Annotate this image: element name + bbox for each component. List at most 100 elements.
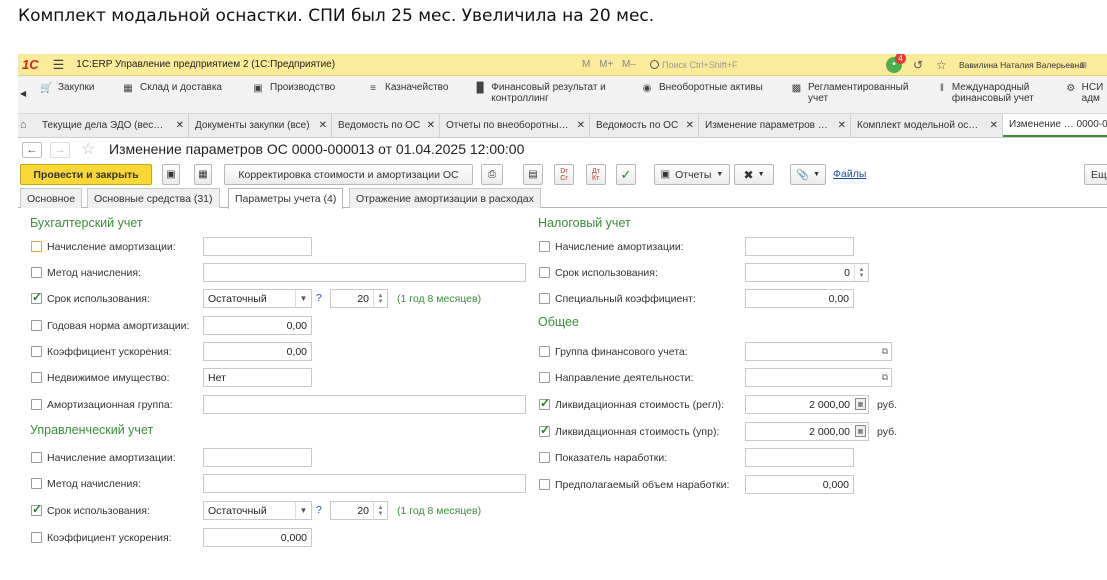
accounting-months-stepper[interactable]: 20 ▲ ▼ [330, 289, 388, 308]
tab-accounting-params[interactable]: Параметры учета (4) [228, 188, 344, 209]
save-icon[interactable]: ▣ [162, 164, 180, 185]
section-financial-result[interactable]: ▉ Финансовый результат и контроллинг [476, 82, 626, 104]
expected-usage-checkbox[interactable] [539, 479, 550, 490]
special-coeff-checkbox[interactable] [539, 293, 550, 304]
management-months-stepper[interactable]: 20 ▲ ▼ [330, 501, 388, 520]
accounting-useful-life-checkbox[interactable] [31, 290, 42, 304]
close-icon[interactable]: ✕ [838, 120, 846, 131]
doc-print-icon[interactable]: ▦ [194, 164, 212, 185]
open-tab-active[interactable]: Изменение … 0000-0 [1003, 114, 1107, 137]
1c-logo[interactable]: 1С [22, 57, 39, 72]
accounting-annual-rate-field[interactable]: 0,00 [203, 316, 312, 335]
close-icon[interactable]: ✕ [686, 120, 694, 131]
stepper-arrows-icon[interactable]: ▲ ▼ [373, 502, 387, 519]
accounting-depreciation-checkbox[interactable] [31, 241, 42, 252]
section-treasury[interactable]: ≡ Казначейство [367, 82, 448, 95]
more-button[interactable]: Ещ [1084, 164, 1107, 185]
open-tab[interactable]: Изменение параметров … ✕ [699, 114, 851, 137]
liq-regl-field[interactable]: 2 000,00 ▦ [745, 395, 869, 414]
settings-menu-icon[interactable]: ≡ [1080, 58, 1087, 72]
close-icon[interactable]: ✕ [427, 120, 435, 131]
printer-icon[interactable]: ⎙ [481, 164, 503, 185]
liq-upr-field[interactable]: 2 000,00 ▦ [745, 422, 869, 441]
reports-button[interactable]: ▣ Отчеты ▼ [654, 164, 730, 185]
accounting-method-checkbox[interactable] [31, 267, 42, 278]
section-purchases[interactable]: 🛒 Закупки [40, 82, 94, 95]
check-icon[interactable]: ✓ [616, 164, 636, 185]
management-depreciation-checkbox[interactable] [31, 452, 42, 463]
user-name[interactable]: Вавилина Наталия Валерьевна [959, 60, 1084, 70]
forward-button[interactable]: → [50, 142, 70, 158]
close-icon[interactable]: ✕ [176, 120, 184, 131]
expected-usage-field[interactable]: 0,000 [745, 475, 854, 494]
close-icon[interactable]: ✕ [990, 120, 998, 131]
tab-fixed-assets[interactable]: Основные средства (31) [87, 188, 220, 208]
chevron-down-icon[interactable]: ▼ [295, 502, 311, 519]
management-depreciation-field[interactable] [203, 448, 312, 467]
history-icon[interactable]: ↺ [913, 58, 923, 72]
usage-indicator-checkbox[interactable] [539, 452, 550, 463]
tab-main[interactable]: Основное [20, 188, 83, 208]
notifications-button[interactable]: • 4 [886, 54, 906, 75]
tools-button[interactable]: ✖ ▼ [734, 164, 774, 185]
open-tab[interactable]: Комплект модельной ос… ✕ [851, 114, 1003, 137]
open-tab[interactable]: Ведомость по ОС ✕ [590, 114, 699, 137]
liq-regl-checkbox[interactable] [539, 396, 550, 410]
activity-field[interactable]: ⧉ [745, 368, 892, 387]
open-tab[interactable]: Отчеты по внеоборотны… ✕ [440, 114, 590, 137]
attachment-button[interactable]: 📎 ▼ [790, 164, 826, 185]
section-nsi[interactable]: ⚙ НСИ адм [1066, 82, 1107, 104]
star-icon[interactable]: ☆ [936, 58, 947, 72]
favorite-star-icon[interactable]: ☆ [81, 139, 95, 159]
open-tab[interactable]: Ведомость по ОС ✕ [332, 114, 440, 137]
tax-depreciation-field[interactable] [745, 237, 854, 256]
open-icon[interactable]: ⧉ [882, 372, 888, 383]
help-icon[interactable]: ? [316, 504, 322, 516]
home-icon[interactable]: ⌂ [20, 119, 27, 131]
post-and-close-button[interactable]: Провести и закрыть [20, 164, 152, 185]
tab-depreciation-expenses[interactable]: Отражение амортизации в расходах [349, 188, 541, 208]
section-regulated-accounting[interactable]: ▩ Регламентированный учет [791, 82, 921, 104]
management-accel-field[interactable]: 0,000 [203, 528, 312, 547]
open-tab[interactable]: Документы закупки (все) ✕ [189, 114, 332, 137]
accounting-accel-field[interactable]: 0,00 [203, 342, 312, 361]
open-tab[interactable]: Текущие дела ЭДО (вес… ✕ [36, 114, 189, 137]
depreciation-group-checkbox[interactable] [31, 399, 42, 410]
management-accel-checkbox[interactable] [31, 532, 42, 543]
section-fixed-assets[interactable]: ◉ Внеоборотные активы [641, 82, 763, 95]
real-estate-checkbox[interactable] [31, 372, 42, 383]
help-icon[interactable]: ? [316, 292, 322, 304]
files-link[interactable]: Файлы [833, 168, 866, 180]
accounting-life-method-select[interactable]: Остаточный ▼ [203, 289, 312, 308]
chevron-down-icon[interactable]: ▼ [295, 290, 311, 307]
depreciation-group-field[interactable] [203, 395, 526, 414]
tax-months-stepper[interactable]: 0 ▲ ▼ [745, 263, 869, 282]
section-ifrs[interactable]: ‖ Международный финансовый учет [938, 82, 1058, 104]
global-search-input[interactable]: Поиск Ctrl+Shift+F [650, 57, 880, 72]
fin-group-field[interactable]: ⧉ [745, 342, 892, 361]
accounting-depreciation-field[interactable] [203, 237, 312, 256]
section-warehouse[interactable]: ▦ Склад и доставка [122, 82, 222, 95]
management-method-field[interactable] [203, 474, 526, 493]
liq-upr-checkbox[interactable] [539, 423, 550, 437]
dt-kt-icon[interactable]: Дт Кт [586, 164, 606, 185]
section-production[interactable]: ▣ Производство [252, 82, 335, 95]
close-icon[interactable]: ✕ [577, 120, 585, 131]
calculator-icon[interactable]: ▦ [855, 398, 866, 410]
scroll-left-icon[interactable]: ◀ [20, 89, 26, 98]
close-icon[interactable]: ✕ [319, 120, 327, 131]
accounting-method-field[interactable] [203, 263, 526, 282]
accounting-annual-rate-checkbox[interactable] [31, 320, 42, 331]
stepper-arrows-icon[interactable]: ▲ ▼ [373, 290, 387, 307]
activity-checkbox[interactable] [539, 372, 550, 383]
management-life-method-select[interactable]: Остаточный ▼ [203, 501, 312, 520]
management-useful-life-checkbox[interactable] [31, 502, 42, 516]
hamburger-icon[interactable]: ☰ [53, 57, 65, 73]
back-button[interactable]: ← [22, 142, 42, 158]
tax-depreciation-checkbox[interactable] [539, 241, 550, 252]
real-estate-field[interactable]: Нет [203, 368, 312, 387]
management-method-checkbox[interactable] [31, 478, 42, 489]
accounting-accel-checkbox[interactable] [31, 346, 42, 357]
special-coeff-field[interactable]: 0,00 [745, 289, 854, 308]
correction-button[interactable]: Корректировка стоимости и амортизации ОС [224, 164, 473, 185]
